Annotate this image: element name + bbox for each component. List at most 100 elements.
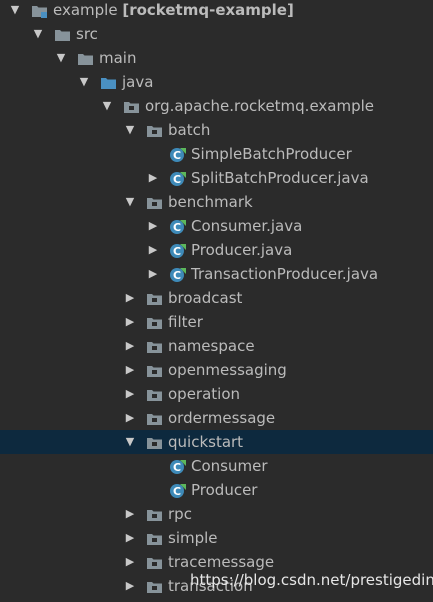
tree-node-operation[interactable]: ▶ operation [0, 382, 433, 406]
tree-node-benchmark[interactable]: ▼ benchmark [0, 190, 433, 214]
expanded-arrow-icon[interactable]: ▼ [8, 0, 22, 22]
module-folder-icon [31, 2, 49, 18]
tree-node-transactionproducer-java[interactable]: ▶ C TransactionProducer.java [0, 262, 433, 286]
expanded-arrow-icon[interactable]: ▼ [100, 94, 114, 118]
collapsed-arrow-icon[interactable]: ▶ [123, 502, 137, 526]
package-icon [146, 386, 164, 402]
watermark-text: https://blog.csdn.net/prestigeding [190, 571, 433, 589]
collapsed-arrow-icon[interactable]: ▶ [123, 550, 137, 574]
tree-node-consumer-java[interactable]: ▶ C Consumer.java [0, 214, 433, 238]
java-class-icon: C [169, 242, 187, 258]
tree-node-quickstart[interactable]: ▼ quickstart [0, 430, 433, 454]
svg-text:C: C [173, 485, 181, 498]
tree-node-producer[interactable]: C Producer [0, 478, 433, 502]
svg-text:C: C [173, 245, 181, 258]
package-icon [146, 122, 164, 138]
folder-icon [77, 50, 95, 66]
package-icon [146, 194, 164, 210]
tree-node-label: SplitBatchProducer.java [191, 169, 369, 187]
tree-node-label: namespace [168, 337, 255, 355]
tree-node-splitbatchproducer-java[interactable]: ▶ C SplitBatchProducer.java [0, 166, 433, 190]
svg-text:C: C [173, 173, 181, 186]
package-icon [123, 98, 141, 114]
collapsed-arrow-icon[interactable]: ▶ [123, 334, 137, 358]
tree-node-label: Producer [191, 481, 258, 499]
tree-node-label: TransactionProducer.java [191, 265, 379, 283]
tree-node-simplebatchproducer[interactable]: C SimpleBatchProducer [0, 142, 433, 166]
tree-node-label: quickstart [168, 433, 244, 451]
package-icon [146, 338, 164, 354]
tree-node-label: SimpleBatchProducer [191, 145, 352, 163]
tree-node-label: main [99, 49, 137, 67]
tree-node-label: Producer.java [191, 241, 293, 259]
java-class-icon: C [169, 146, 187, 162]
package-icon [146, 314, 164, 330]
tree-node-rpc[interactable]: ▶ rpc [0, 502, 433, 526]
collapsed-arrow-icon[interactable]: ▶ [123, 406, 137, 430]
collapsed-arrow-icon[interactable]: ▶ [146, 214, 160, 238]
tree-node-label: Consumer [191, 457, 268, 475]
tree-node-label: Consumer.java [191, 217, 303, 235]
folder-icon [54, 26, 72, 42]
svg-text:C: C [173, 149, 181, 162]
tree-node-label: broadcast [168, 289, 243, 307]
collapsed-arrow-icon[interactable]: ▶ [146, 262, 160, 286]
tree-node-label: benchmark [168, 193, 253, 211]
source-folder-icon [100, 74, 118, 90]
collapsed-arrow-icon[interactable]: ▶ [123, 382, 137, 406]
svg-text:C: C [173, 269, 181, 282]
tree-node-label: example [rocketmq-example] [53, 1, 294, 19]
tree-node-org-apache-rocketmq-example[interactable]: ▼ org.apache.rocketmq.example [0, 94, 433, 118]
expanded-arrow-icon[interactable]: ▼ [31, 22, 45, 46]
collapsed-arrow-icon[interactable]: ▶ [146, 166, 160, 190]
tree-node-label: batch [168, 121, 211, 139]
tree-node-label: org.apache.rocketmq.example [145, 97, 375, 115]
tree-node-producer-java[interactable]: ▶ C Producer.java [0, 238, 433, 262]
collapsed-arrow-icon[interactable]: ▶ [123, 286, 137, 310]
tree-node-label: filter [168, 313, 203, 331]
java-class-icon: C [169, 170, 187, 186]
project-tree[interactable]: ▼ example [rocketmq-example] ▼ src ▼ main ▼ jav… [0, 0, 433, 602]
expanded-arrow-icon[interactable]: ▼ [123, 118, 137, 142]
tree-node-example[interactable]: ▼ example [rocketmq-example] [0, 0, 433, 22]
tree-node-openmessaging[interactable]: ▶ openmessaging [0, 358, 433, 382]
package-icon [146, 410, 164, 426]
java-class-icon: C [169, 218, 187, 234]
java-class-icon: C [169, 266, 187, 282]
package-icon [146, 530, 164, 546]
tree-node-label: src [76, 25, 98, 43]
tree-node-java[interactable]: ▼ java [0, 70, 433, 94]
tree-node-filter[interactable]: ▶ filter [0, 310, 433, 334]
tree-node-label: java [122, 73, 154, 91]
tree-node-consumer[interactable]: C Consumer [0, 454, 433, 478]
collapsed-arrow-icon[interactable]: ▶ [146, 238, 160, 262]
package-icon [146, 554, 164, 570]
tree-node-batch[interactable]: ▼ batch [0, 118, 433, 142]
expanded-arrow-icon[interactable]: ▼ [77, 70, 91, 94]
package-icon [146, 506, 164, 522]
module-name: [rocketmq-example] [122, 1, 294, 19]
collapsed-arrow-icon[interactable]: ▶ [123, 310, 137, 334]
tree-node-label: rpc [168, 505, 192, 523]
collapsed-arrow-icon[interactable]: ▶ [123, 358, 137, 382]
expanded-arrow-icon[interactable]: ▼ [123, 430, 137, 454]
collapsed-arrow-icon[interactable]: ▶ [123, 574, 137, 598]
java-class-icon: C [169, 482, 187, 498]
collapsed-arrow-icon[interactable]: ▶ [123, 526, 137, 550]
tree-node-ordermessage[interactable]: ▶ ordermessage [0, 406, 433, 430]
package-icon [146, 362, 164, 378]
tree-node-label: simple [168, 529, 218, 547]
tree-node-broadcast[interactable]: ▶ broadcast [0, 286, 433, 310]
expanded-arrow-icon[interactable]: ▼ [123, 190, 137, 214]
java-class-icon: C [169, 458, 187, 474]
package-icon [146, 434, 164, 450]
tree-node-src[interactable]: ▼ src [0, 22, 433, 46]
tree-node-simple[interactable]: ▶ simple [0, 526, 433, 550]
tree-node-namespace[interactable]: ▶ namespace [0, 334, 433, 358]
tree-node-main[interactable]: ▼ main [0, 46, 433, 70]
tree-node-label: openmessaging [168, 361, 287, 379]
package-icon [146, 290, 164, 306]
tree-node-label: operation [168, 385, 241, 403]
package-icon [146, 578, 164, 594]
expanded-arrow-icon[interactable]: ▼ [54, 46, 68, 70]
